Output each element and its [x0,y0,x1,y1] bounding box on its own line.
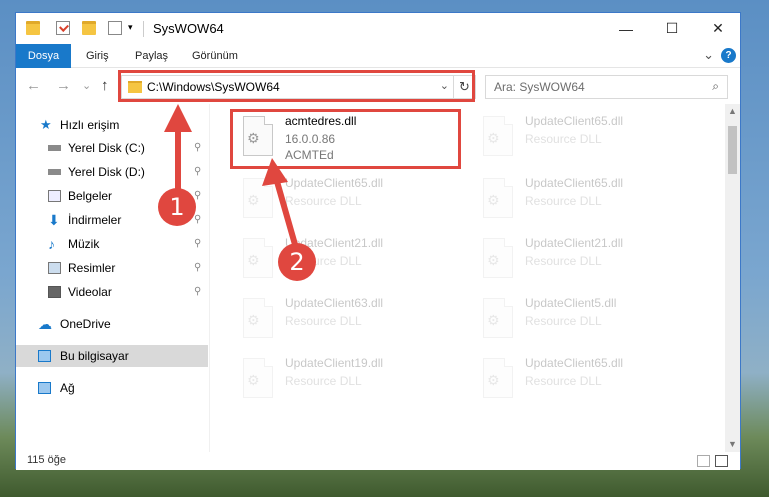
arrow-1-head [164,104,192,132]
step-2-badge: 2 [278,243,316,281]
step-1-badge: 1 [158,188,196,226]
arrow-2-head [262,158,288,186]
annotation-arrows [164,104,299,249]
arrow-2-shaft [273,177,299,249]
